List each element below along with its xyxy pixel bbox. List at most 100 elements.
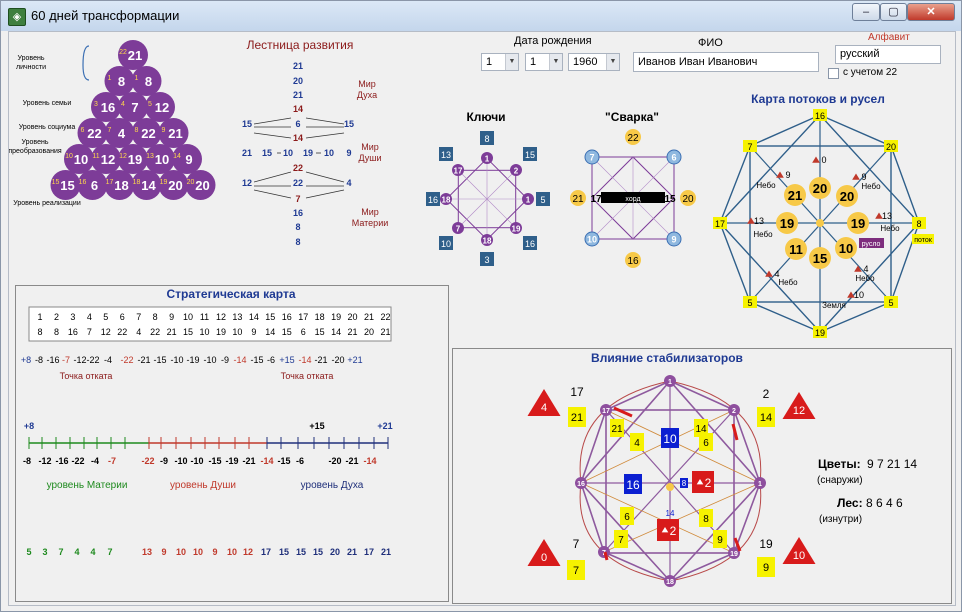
pyramid-index: 14 bbox=[173, 153, 181, 160]
key-square-value: 16 bbox=[428, 195, 438, 205]
level-label: Уровень социума bbox=[19, 124, 76, 131]
key-value: 1 bbox=[526, 196, 531, 205]
forest-note: (изнутри) bbox=[819, 514, 862, 525]
pyramid-value: 14 bbox=[141, 178, 156, 193]
ladder-number: 4 bbox=[346, 178, 351, 188]
strategic-cell: 15 bbox=[282, 327, 292, 337]
pyramid-index: 17 bbox=[106, 179, 114, 186]
stab-small-value: 8 bbox=[682, 479, 687, 488]
strategic-cell: 9 bbox=[169, 312, 174, 322]
strategic-cell: 11 bbox=[200, 312, 209, 322]
flow-outer-value: 20 bbox=[886, 142, 896, 152]
minimize-button[interactable]: – bbox=[852, 3, 880, 21]
window-title: 60 дней трансформации bbox=[31, 8, 180, 23]
key-value: 18 bbox=[483, 237, 492, 246]
ladder-number: 15 bbox=[344, 119, 354, 129]
flow-circle-value: 19 bbox=[780, 216, 794, 231]
level-label: преобразования bbox=[9, 147, 62, 155]
pyramid-index: 12 bbox=[119, 153, 127, 160]
bottom-value: 7 bbox=[58, 547, 63, 557]
stab-center bbox=[666, 483, 674, 491]
strategic-cell: 16 bbox=[282, 312, 292, 322]
ladder-number: 22 bbox=[293, 163, 303, 173]
pyramid-index: 18 bbox=[133, 179, 141, 186]
scale-value: -19 bbox=[225, 456, 238, 466]
strategic-seq: -10 bbox=[203, 355, 216, 365]
strategic-seq: -21 bbox=[314, 355, 327, 365]
ladder-number: 21 bbox=[242, 148, 252, 158]
maximize-button[interactable]: ▢ bbox=[880, 3, 907, 21]
stab-rim-value: 17 bbox=[602, 408, 610, 415]
scale-value: -21 bbox=[345, 456, 358, 466]
pyramid-index: 4 bbox=[121, 101, 125, 108]
keys-spoke bbox=[486, 169, 517, 200]
pyramid-value: 19 bbox=[128, 152, 142, 167]
pyramid-index: 3 bbox=[94, 101, 98, 108]
stab-inner-value: 7 bbox=[618, 535, 624, 546]
flow-mark-value: 10 bbox=[854, 290, 864, 300]
scale-mark: +21 bbox=[377, 421, 392, 431]
pyramid-index: 13 bbox=[146, 153, 154, 160]
stab-inner-value: 4 bbox=[634, 438, 640, 449]
strategic-seq: -22 bbox=[86, 355, 99, 365]
pyramid-value: 10 bbox=[74, 152, 88, 167]
close-button[interactable]: ✕ bbox=[907, 3, 955, 21]
bottom-value: 4 bbox=[74, 547, 79, 557]
stab-rim-value: 18 bbox=[666, 579, 674, 586]
flow-word: Небо bbox=[778, 278, 798, 287]
strategic-cell: 8 bbox=[37, 327, 42, 337]
stab-title: Влияние стабилизаторов bbox=[591, 351, 743, 365]
bottom-value: 10 bbox=[176, 547, 186, 557]
strategic-cell: 7 bbox=[87, 327, 92, 337]
world-label: Мир bbox=[361, 207, 379, 217]
scale-value: -10 bbox=[174, 456, 187, 466]
strategic-cell: 20 bbox=[364, 327, 374, 337]
world-label: Материи bbox=[352, 218, 389, 228]
strategic-cell: 13 bbox=[232, 312, 242, 322]
strategic-cell: 6 bbox=[301, 327, 306, 337]
flow-outer-value: 5 bbox=[747, 298, 752, 308]
flow-circle-value: 10 bbox=[839, 241, 853, 256]
pyramid-value: 21 bbox=[128, 48, 142, 63]
bottom-value: 15 bbox=[279, 547, 289, 557]
flow-circle-value: 20 bbox=[813, 181, 827, 196]
ladder-number: 8 bbox=[295, 237, 300, 247]
pyramid-index: 1 bbox=[135, 75, 139, 82]
strategic-cell: 22 bbox=[150, 327, 160, 337]
key-value: 17 bbox=[454, 167, 463, 176]
pyramid-value: 16 bbox=[101, 100, 115, 115]
strategic-cell: 10 bbox=[232, 327, 242, 337]
scale-value: -12 bbox=[38, 456, 51, 466]
stab-big-number: 7 bbox=[573, 537, 580, 551]
strategic-cell: 19 bbox=[216, 327, 226, 337]
pyramid-value: 12 bbox=[155, 100, 169, 115]
flow-mark-value: 9 bbox=[785, 170, 790, 180]
strategic-cell: 12 bbox=[216, 312, 226, 322]
pyramid-value: 9 bbox=[185, 152, 192, 167]
level-name: уровень Материи bbox=[47, 480, 128, 491]
pyramid-value: 22 bbox=[87, 126, 101, 141]
pyramid-value: 20 bbox=[168, 178, 182, 193]
ladder-line bbox=[305, 132, 345, 139]
potok-label: поток bbox=[914, 237, 933, 244]
pyramid-value: 15 bbox=[60, 178, 74, 193]
key-square-value: 15 bbox=[525, 150, 535, 160]
strategic-seq: -21 bbox=[137, 355, 150, 365]
flow-word: Небо bbox=[861, 182, 881, 191]
svarka-mid: 17 bbox=[590, 194, 602, 205]
bottom-value: 10 bbox=[227, 547, 237, 557]
pyramid-index: 10 bbox=[65, 153, 73, 160]
scale-value: -20 bbox=[328, 456, 341, 466]
stab-big-number: 19 bbox=[759, 537, 773, 551]
stab-inner-value: 8 bbox=[703, 514, 709, 525]
scale-value: -8 bbox=[23, 456, 31, 466]
strategic-cell: 21 bbox=[348, 327, 358, 337]
stab-inner-value: 6 bbox=[703, 438, 709, 449]
world-label: Мир bbox=[358, 79, 376, 89]
key-value: 7 bbox=[456, 224, 461, 233]
stab-rim-value: 1 bbox=[668, 379, 672, 386]
level-label: Уровень реализации bbox=[13, 200, 81, 207]
flow-circle-value: 21 bbox=[788, 188, 802, 203]
svarka-value: 21 bbox=[572, 194, 584, 205]
scale-value: -14 bbox=[260, 456, 273, 466]
